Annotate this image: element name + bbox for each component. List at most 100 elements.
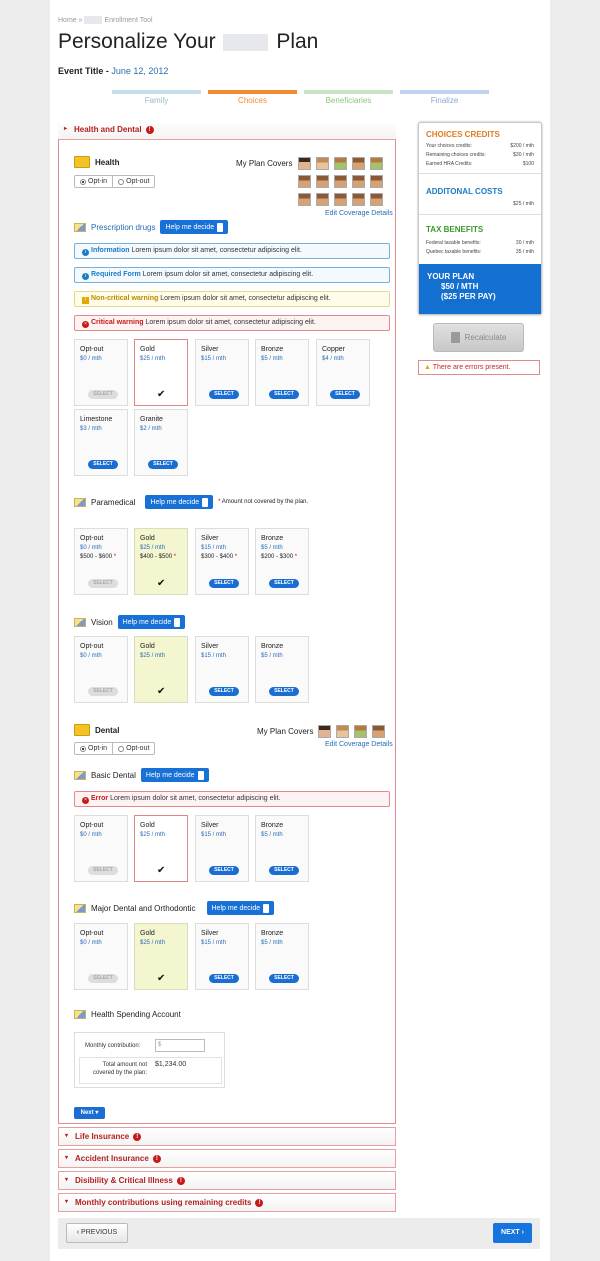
edit-coverage-link[interactable]: Edit Coverage Details: [325, 741, 393, 748]
recalculate-button[interactable]: Recalculate: [433, 323, 524, 352]
avatar: [336, 725, 349, 738]
option-card-selected[interactable]: Gold $25 / mth ✔: [134, 815, 188, 882]
option-card[interactable]: Copper $4 / mth SELECT: [316, 339, 370, 406]
opt-in-label: Opt-in: [88, 745, 108, 752]
dental-opt-in[interactable]: Opt-in: [75, 743, 112, 754]
option-name: Opt-out: [80, 822, 104, 829]
dental-opt-out[interactable]: Opt-out: [112, 743, 154, 754]
step-beneficiaries[interactable]: Beneficiaries: [304, 90, 393, 105]
paramedical-heading: Paramedical Help me decide * Amount not co…: [74, 495, 308, 509]
option-card[interactable]: Granite $2 / mth SELECT: [134, 409, 188, 476]
dental-optin-toggle[interactable]: Opt-in Opt-out: [74, 742, 156, 755]
option-card[interactable]: Opt-out $0 / mth SELECT: [74, 339, 128, 406]
select-button[interactable]: SELECT: [148, 460, 178, 469]
option-price: $25 / mth: [140, 653, 166, 659]
option-card-selected[interactable]: Gold $25 / mth ✔: [134, 923, 188, 990]
help-me-decide-button[interactable]: Help me decide: [140, 768, 209, 782]
info-message: i Information Lorem ipsum dolor sit amet,…: [74, 243, 390, 259]
option-card[interactable]: Silver $15 / mth SELECT: [195, 339, 249, 406]
option-card-selected[interactable]: Gold $25 / mth ✔: [134, 636, 188, 703]
health-opt-out[interactable]: Opt-out: [112, 176, 154, 187]
health-dental-header[interactable]: ▸ Health and Dental!: [58, 121, 396, 140]
option-card[interactable]: Silver $15 / mth SELECT: [195, 815, 249, 882]
select-button[interactable]: SELECT: [269, 866, 299, 875]
health-optin-toggle[interactable]: Opt-in Opt-out: [74, 175, 156, 188]
option-card[interactable]: Bronze $5 / mth SELECT: [255, 339, 309, 406]
select-button[interactable]: SELECT: [88, 579, 118, 588]
disability-header[interactable]: ▾ Disibility & Critical Illness!: [58, 1171, 396, 1190]
option-card[interactable]: Opt-out $0 / mth SELECT: [74, 815, 128, 882]
option-price: $5 / mth: [261, 545, 283, 551]
step-finalize[interactable]: Finalize: [400, 90, 489, 105]
option-name: Copper: [322, 346, 345, 353]
help-label: Help me decide: [165, 223, 215, 231]
select-button[interactable]: SELECT: [269, 687, 299, 696]
option-card[interactable]: Opt-out $0 / mth SELECT: [74, 923, 128, 990]
avatar: [370, 157, 383, 170]
select-button[interactable]: SELECT: [209, 866, 239, 875]
pencil-icon: [74, 617, 86, 627]
option-card[interactable]: Silver $15 / mth SELECT: [195, 636, 249, 703]
previous-button[interactable]: ‹ PREVIOUS: [66, 1223, 128, 1243]
option-name: Silver: [201, 822, 219, 829]
next-label: Next: [80, 1110, 94, 1116]
calculator-icon: [217, 222, 224, 232]
health-heading: Health: [74, 156, 119, 168]
select-button[interactable]: SELECT: [88, 460, 118, 469]
message-text: Lorem ipsum dolor sit amet, consectetur …: [131, 247, 302, 254]
select-button[interactable]: SELECT: [88, 687, 118, 696]
calculator-icon: [263, 903, 270, 913]
select-button[interactable]: SELECT: [209, 974, 239, 983]
option-price: $0 / mth: [80, 832, 102, 838]
option-card[interactable]: Opt-out $0 / mth $500 - $600 * SELECT: [74, 528, 128, 595]
step-family[interactable]: Family: [112, 90, 201, 105]
help-me-decide-button[interactable]: Help me decide: [117, 615, 186, 629]
title-text-end: Plan: [276, 30, 319, 53]
error-icon: !: [133, 1132, 142, 1141]
select-button[interactable]: SELECT: [88, 974, 118, 983]
select-button[interactable]: SELECT: [330, 390, 360, 399]
plan-monthly: $50 / MTH: [441, 282, 479, 291]
option-card[interactable]: Bronze $5 / mth SELECT: [255, 923, 309, 990]
option-range: $400 - $500 *: [140, 554, 177, 560]
section-title: Life Insurance: [75, 1132, 130, 1141]
folder-icon: [74, 724, 90, 736]
option-card[interactable]: Opt-out $0 / mth SELECT: [74, 636, 128, 703]
option-card[interactable]: Silver $15 / mth $300 - $400 * SELECT: [195, 528, 249, 595]
option-card[interactable]: Bronze $5 / mth SELECT: [255, 815, 309, 882]
select-button[interactable]: SELECT: [269, 579, 299, 588]
select-button[interactable]: SELECT: [269, 390, 299, 399]
option-card[interactable]: Bronze $5 / mth $200 - $300 * SELECT: [255, 528, 309, 595]
message-text: Lorem ipsum dolor sit amet, consectetur …: [110, 795, 281, 802]
select-button[interactable]: SELECT: [209, 390, 239, 399]
step-label: Beneficiaries: [325, 96, 372, 105]
help-me-decide-button[interactable]: Help me decide: [145, 495, 214, 509]
breadcrumb-home[interactable]: Home: [58, 17, 77, 24]
option-price: $0 / mth: [80, 940, 102, 946]
select-button[interactable]: SELECT: [269, 974, 299, 983]
help-me-decide-button[interactable]: Help me decide: [206, 901, 275, 915]
next-small-button[interactable]: Next ▾: [74, 1107, 105, 1119]
option-card[interactable]: Silver $15 / mth SELECT: [195, 923, 249, 990]
contribution-input[interactable]: $: [155, 1039, 205, 1052]
accident-insurance-header[interactable]: ▾ Accident Insurance!: [58, 1149, 396, 1168]
option-card-selected[interactable]: Gold $25 / mth ✔: [134, 339, 188, 406]
option-card-selected[interactable]: Gold $25 / mth $400 - $500 * ✔: [134, 528, 188, 595]
next-button[interactable]: NEXT ›: [493, 1223, 532, 1243]
edit-coverage-link[interactable]: Edit Coverage Details: [325, 210, 393, 217]
option-card[interactable]: Limestone $3 / mth SELECT: [74, 409, 128, 476]
option-card[interactable]: Bronze $5 / mth SELECT: [255, 636, 309, 703]
help-label: Help me decide: [211, 904, 261, 912]
pencil-icon: [74, 1010, 86, 1019]
health-opt-in[interactable]: Opt-in: [75, 176, 112, 187]
life-insurance-header[interactable]: ▾ Life Insurance!: [58, 1127, 396, 1146]
option-price: $25 / mth: [140, 940, 166, 946]
option-price: $15 / mth: [201, 356, 227, 362]
select-button[interactable]: SELECT: [88, 866, 118, 875]
select-button[interactable]: SELECT: [209, 687, 239, 696]
select-button[interactable]: SELECT: [209, 579, 239, 588]
help-me-decide-button[interactable]: Help me decide: [160, 220, 229, 234]
select-button[interactable]: SELECT: [88, 390, 118, 399]
step-choices[interactable]: Choices: [208, 90, 297, 105]
monthly-contributions-header[interactable]: ▾ Monthly contributions using remaining c…: [58, 1193, 396, 1212]
